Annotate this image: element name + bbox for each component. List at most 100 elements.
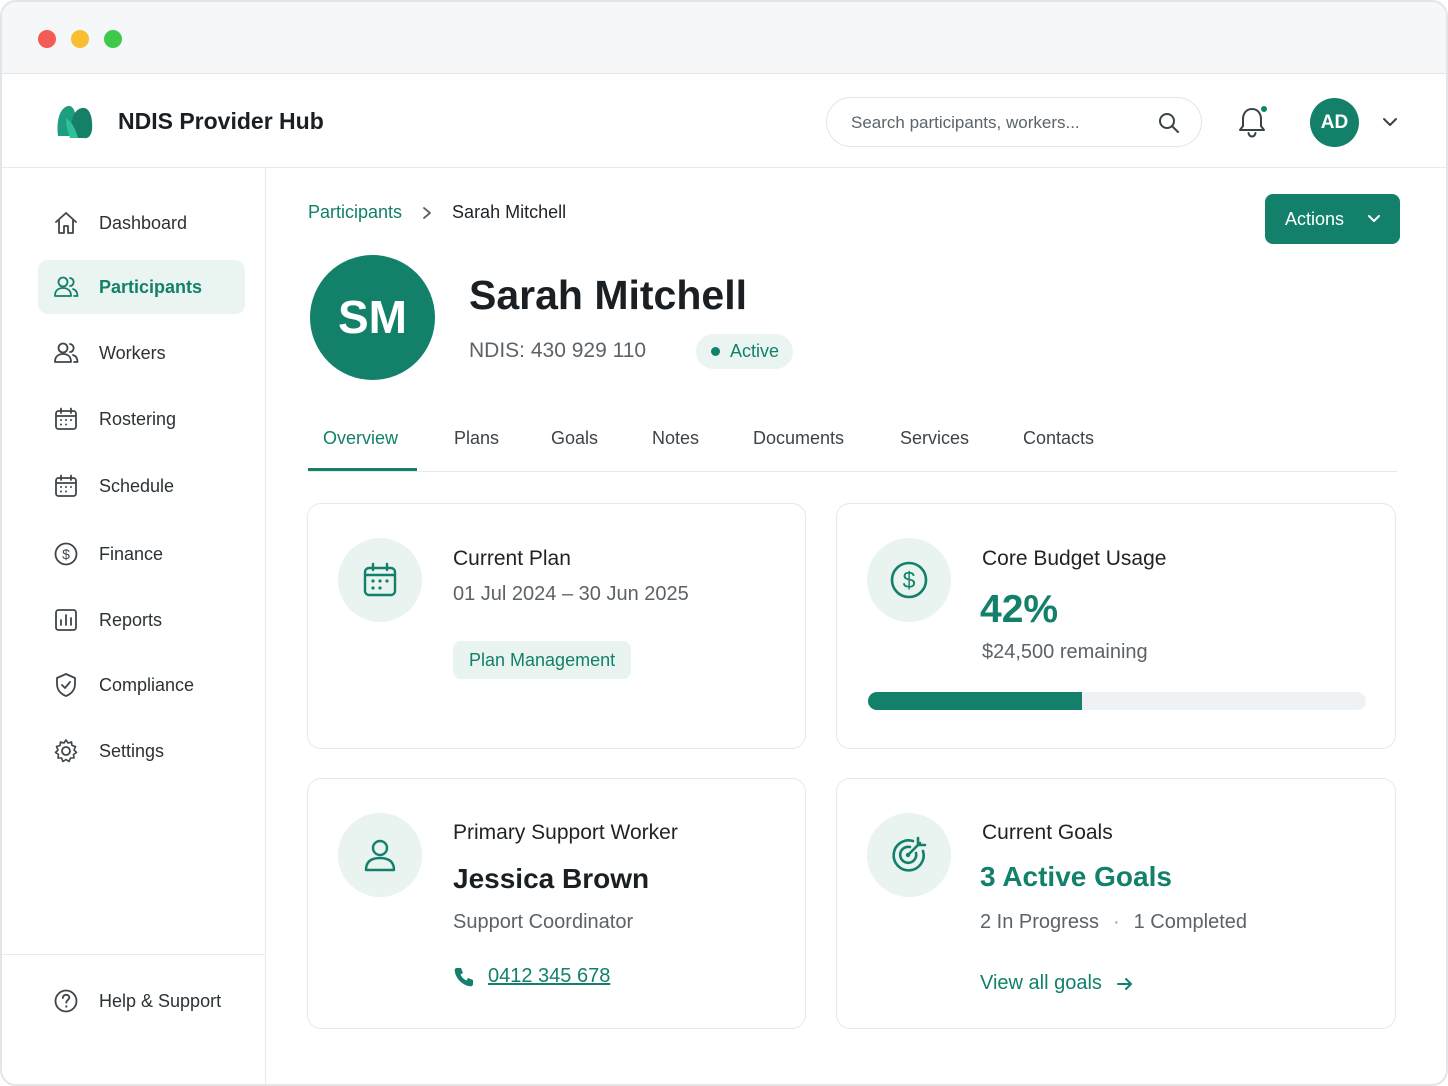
svg-text:$: $ xyxy=(903,567,916,593)
phone-icon xyxy=(454,967,473,986)
worker-icon-circle xyxy=(338,813,422,897)
page-title: Sarah Mitchell xyxy=(469,272,747,318)
tab-overview[interactable]: Overview xyxy=(323,428,398,449)
worker-phone-row: 0412 345 678 xyxy=(453,965,610,988)
window-titlebar xyxy=(2,2,1446,74)
sidebar-item-label: Participants xyxy=(99,276,203,297)
card-title: Current Goals xyxy=(982,821,1113,844)
notification-badge xyxy=(1259,104,1269,114)
search-icon[interactable] xyxy=(1157,111,1181,135)
participant-avatar: SM xyxy=(310,255,435,380)
sidebar-item-finance[interactable]: $ Finance xyxy=(38,527,245,581)
calendar-icon xyxy=(55,407,77,430)
sidebar-item-participants[interactable]: Participants xyxy=(38,260,245,314)
plan-management-tag: Plan Management xyxy=(453,641,632,679)
goals-separator: · xyxy=(1112,911,1120,933)
sidebar-item-help-support[interactable]: Help & Support xyxy=(38,974,245,1028)
search-input[interactable]: Search participants, workers... xyxy=(826,97,1202,147)
breadcrumb-current: Sarah Mitchell xyxy=(452,202,567,222)
chevron-right-icon xyxy=(423,206,431,219)
status-badge: Active xyxy=(696,334,794,369)
dollar-circle-icon: $ xyxy=(890,561,928,599)
arrow-right-icon xyxy=(1116,977,1132,990)
user-avatar[interactable]: AD xyxy=(1310,98,1359,147)
calendar-icon xyxy=(55,474,77,497)
sidebar: Dashboard Participants Workers Rostering… xyxy=(2,168,266,1084)
sidebar-divider xyxy=(2,954,265,955)
sidebar-item-label: Settings xyxy=(99,740,165,761)
card-title: Current Plan xyxy=(453,547,571,570)
app-logo-icon xyxy=(57,105,93,139)
breadcrumb: Participants Sarah Mitchell xyxy=(308,202,566,223)
tab-documents[interactable]: Documents xyxy=(753,428,844,449)
gear-icon xyxy=(54,739,78,763)
close-window-button[interactable] xyxy=(38,30,56,48)
top-header: NDIS Provider Hub Search participants, w… xyxy=(2,74,1446,168)
tab-plans[interactable]: Plans xyxy=(454,428,499,449)
actions-button[interactable]: Actions xyxy=(1265,194,1400,244)
minimize-window-button[interactable] xyxy=(71,30,89,48)
budget-icon-circle: $ xyxy=(867,538,951,622)
ndis-number: NDIS: 430 929 110 xyxy=(469,339,647,362)
current-plan-card: Current Plan 01 Jul 2024 – 30 Jun 2025 P… xyxy=(307,503,806,749)
goals-stats: 2 In Progress · 1 Completed xyxy=(980,911,1247,934)
budget-usage-card: $ Core Budget Usage 42% $24,500 remainin… xyxy=(836,503,1396,749)
users-icon xyxy=(54,276,79,297)
card-title: Core Budget Usage xyxy=(982,547,1167,570)
chevron-down-icon xyxy=(1368,215,1380,222)
dollar-circle-icon: $ xyxy=(54,542,78,566)
sidebar-item-label: Schedule xyxy=(99,475,175,496)
goals-in-progress: 2 In Progress xyxy=(980,911,1099,933)
sidebar-item-label: Reports xyxy=(99,609,163,630)
sidebar-footer-label: Help & Support xyxy=(99,990,222,1011)
card-title: Primary Support Worker xyxy=(453,821,678,844)
actions-button-label: Actions xyxy=(1285,208,1345,229)
current-goals-card: Current Goals 3 Active Goals 2 In Progre… xyxy=(836,778,1396,1029)
svg-text:$: $ xyxy=(62,546,70,562)
sidebar-item-dashboard[interactable]: Dashboard xyxy=(38,196,245,250)
sidebar-item-settings[interactable]: Settings xyxy=(38,724,245,778)
worker-role: Support Coordinator xyxy=(453,911,634,933)
tab-bar: Overview Plans Goals Notes Documents Ser… xyxy=(308,410,1397,472)
calendar-icon xyxy=(363,562,397,597)
budget-remaining: $24,500 remaining xyxy=(982,641,1148,663)
budget-progress-bar xyxy=(868,692,1366,710)
sidebar-item-schedule[interactable]: Schedule xyxy=(38,459,245,513)
plan-dates: 01 Jul 2024 – 30 Jun 2025 xyxy=(453,583,689,605)
sidebar-item-label: Finance xyxy=(99,543,164,564)
shield-check-icon xyxy=(56,673,76,697)
help-circle-icon xyxy=(54,989,78,1013)
tab-notes[interactable]: Notes xyxy=(652,428,699,449)
tab-services[interactable]: Services xyxy=(900,428,969,449)
worker-name: Jessica Brown xyxy=(453,863,650,894)
view-all-goals-link[interactable]: View all goals xyxy=(980,972,1134,995)
sidebar-item-workers[interactable]: Workers xyxy=(38,326,245,380)
budget-percent: 42% xyxy=(980,588,1059,631)
sidebar-item-compliance[interactable]: Compliance xyxy=(38,658,245,712)
sidebar-item-label: Compliance xyxy=(99,674,195,695)
goals-icon-circle xyxy=(867,813,951,897)
app-window: NDIS Provider Hub Search participants, w… xyxy=(0,0,1448,1086)
active-goals-count: 3 Active Goals xyxy=(980,861,1172,892)
active-tab-indicator xyxy=(308,468,417,471)
worker-phone-link[interactable]: 0412 345 678 xyxy=(488,965,610,988)
home-icon xyxy=(55,212,77,234)
chevron-down-icon[interactable] xyxy=(1381,115,1399,129)
sidebar-item-rostering[interactable]: Rostering xyxy=(38,392,245,446)
sidebar-item-label: Workers xyxy=(99,342,166,363)
goals-completed: 1 Completed xyxy=(1133,911,1248,933)
sidebar-item-label: Dashboard xyxy=(99,212,188,233)
tab-contacts[interactable]: Contacts xyxy=(1023,428,1094,449)
maximize-window-button[interactable] xyxy=(104,30,122,48)
breadcrumb-link-participants[interactable]: Participants xyxy=(308,202,402,223)
plan-icon-circle xyxy=(338,538,422,622)
target-icon xyxy=(892,836,927,872)
app-title: NDIS Provider Hub xyxy=(118,108,324,134)
user-icon xyxy=(364,839,396,872)
support-worker-card: Primary Support Worker Jessica Brown Sup… xyxy=(307,778,806,1029)
bar-chart-icon xyxy=(55,609,77,631)
tab-goals[interactable]: Goals xyxy=(551,428,598,449)
view-all-goals-label: View all goals xyxy=(980,972,1102,994)
workers-icon xyxy=(54,342,79,363)
sidebar-item-reports[interactable]: Reports xyxy=(38,593,245,647)
